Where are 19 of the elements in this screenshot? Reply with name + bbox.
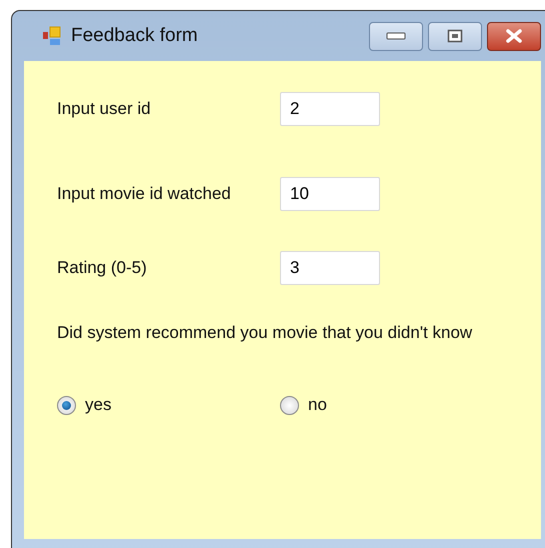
field-label: Input user id [57,99,152,119]
field-label: Rating (0-5) [57,258,148,278]
app-icon [43,25,63,47]
minimize-button[interactable] [369,22,423,50]
maximize-icon [447,29,463,43]
radio-button[interactable] [57,396,76,414]
close-icon [505,29,523,43]
field-label: Input movie id watched [57,184,232,204]
window-title: Feedback form [71,25,198,47]
question-text: Did system recommend you movie that you didn't know [57,323,474,343]
input-field[interactable]: 3 [280,251,380,285]
radio-label: yes [85,395,112,415]
input-field[interactable]: 2 [280,92,380,126]
radio-label: no [308,395,327,415]
input-field[interactable]: 10 [280,177,380,211]
maximize-button[interactable] [428,22,482,50]
minimize-icon [386,32,406,40]
radio-button[interactable] [280,396,299,414]
close-button[interactable] [487,22,541,50]
